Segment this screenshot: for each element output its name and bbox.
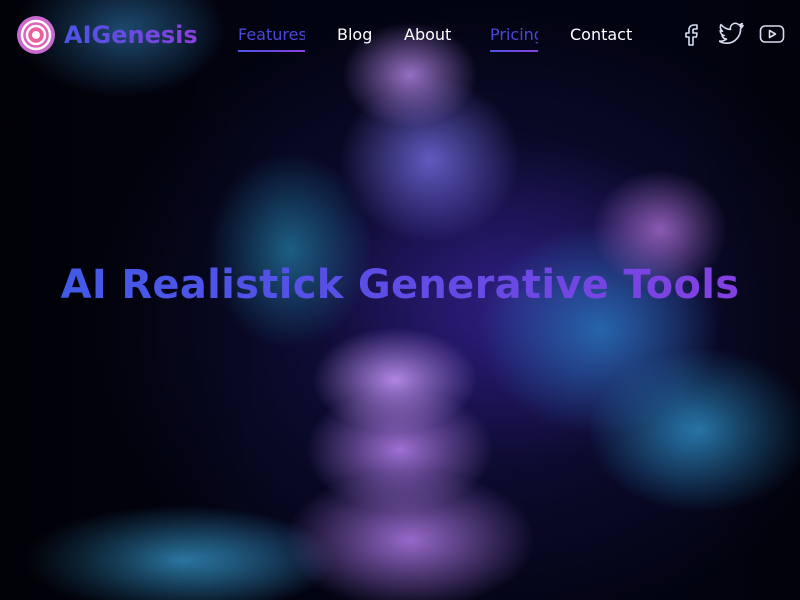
nav-link-pricing[interactable]: Pricing bbox=[490, 24, 538, 52]
target-icon bbox=[17, 16, 55, 54]
youtube-icon[interactable] bbox=[758, 20, 786, 48]
nav-link-features[interactable]: Features bbox=[238, 24, 305, 52]
nav-link-blog[interactable]: Blog bbox=[337, 24, 372, 52]
facebook-icon[interactable] bbox=[678, 20, 706, 48]
nav-link-contact[interactable]: Contact bbox=[570, 24, 632, 52]
brand-logo-link[interactable]: AIGenesis bbox=[17, 16, 198, 54]
brand-name: AIGenesis bbox=[64, 21, 198, 49]
site-header: AIGenesis Features Blog About Pricing Co… bbox=[0, 0, 800, 70]
twitter-icon[interactable] bbox=[718, 20, 746, 48]
nav-link-about[interactable]: About bbox=[404, 24, 451, 52]
hero-title: AI Realistick Generative Tools bbox=[0, 262, 800, 308]
landing-page: AIGenesis Features Blog About Pricing Co… bbox=[0, 0, 800, 600]
